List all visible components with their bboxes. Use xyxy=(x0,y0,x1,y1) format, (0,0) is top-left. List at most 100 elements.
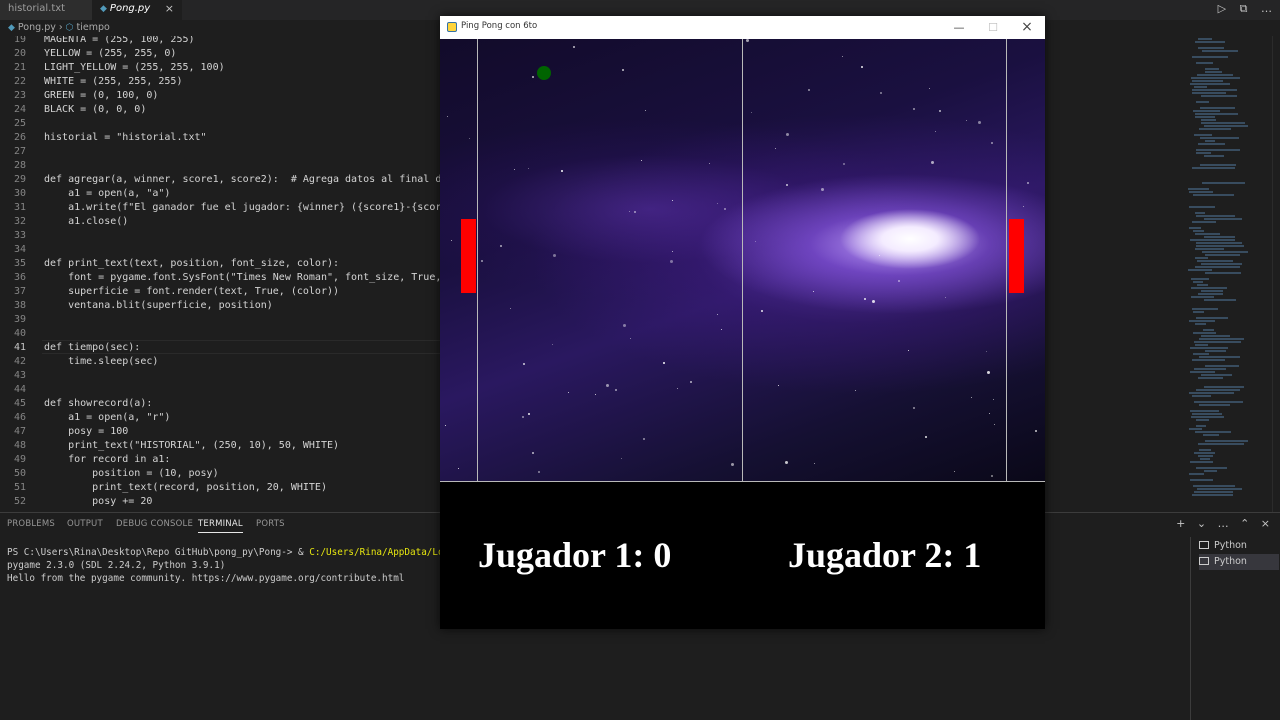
code-line[interactable]: 36 font = pygame.font.SysFont("Times New… xyxy=(0,271,440,285)
breadcrumb-symbol[interactable]: tiempo xyxy=(77,22,110,33)
editor-scrollbar[interactable] xyxy=(1272,36,1280,512)
minimap[interactable] xyxy=(1180,36,1272,512)
maximize-panel-icon[interactable]: ⌃ xyxy=(1240,517,1249,530)
code-line[interactable]: 27 xyxy=(0,145,440,159)
function-symbol-icon: ⬡ xyxy=(65,23,74,33)
minimap-line xyxy=(1190,461,1213,463)
terminal-icon xyxy=(1199,541,1209,549)
code-line[interactable]: 23 GREEN = (0, 100, 0) xyxy=(0,89,440,103)
code-line[interactable]: 28 xyxy=(0,159,440,173)
minimap-line xyxy=(1188,269,1212,271)
code-line[interactable]: 52 posy += 20 xyxy=(0,495,440,509)
close-tab-icon[interactable]: × xyxy=(165,0,174,18)
more-actions-icon[interactable]: … xyxy=(1218,517,1229,530)
minimap-line xyxy=(1204,218,1242,220)
code-line[interactable]: 40 xyxy=(0,327,440,341)
code-line[interactable]: 49 for record in a1: xyxy=(0,453,440,467)
pygame-window[interactable]: Ping Pong con 6to — ☐ × Jugador 1: 0 Jug… xyxy=(440,16,1045,629)
code-line[interactable]: 26 historial = "historial.txt" xyxy=(0,131,440,145)
run-icon[interactable]: ▷ xyxy=(1218,2,1226,15)
right-paddle xyxy=(1009,219,1024,293)
minimap-line xyxy=(1192,56,1228,58)
tab-historial[interactable]: historial.txt xyxy=(0,0,92,20)
minimap-line xyxy=(1194,491,1233,493)
code-line[interactable]: 32 a1.close() xyxy=(0,215,440,229)
star xyxy=(528,413,530,415)
star xyxy=(514,169,515,170)
minimap-line xyxy=(1198,38,1212,40)
split-editor-icon[interactable]: ⧉ xyxy=(1240,2,1248,16)
minimap-line xyxy=(1201,95,1237,97)
star xyxy=(761,310,763,312)
minimap-line xyxy=(1193,194,1234,196)
code-line[interactable]: 30 a1 = open(a, "a") xyxy=(0,187,440,201)
star xyxy=(775,148,776,149)
code-line[interactable]: 37 superficie = font.render(text, True, … xyxy=(0,285,440,299)
code-line[interactable]: 46 a1 = open(a, "r") xyxy=(0,411,440,425)
code-line[interactable]: 42 time.sleep(sec) xyxy=(0,355,440,369)
tab-ports[interactable]: PORTS xyxy=(256,519,285,529)
new-terminal-icon[interactable]: + xyxy=(1176,517,1185,530)
code-line[interactable]: 50 position = (10, posy) xyxy=(0,467,440,481)
line-number: 19 xyxy=(13,36,26,45)
code-line[interactable]: 51 print_text(record, position, 20, WHIT… xyxy=(0,481,440,495)
star xyxy=(670,260,673,263)
code-line[interactable]: 29 def agregar(a, winner, score1, score2)… xyxy=(0,173,440,187)
minimap-line xyxy=(1192,80,1223,82)
star xyxy=(553,254,556,257)
minimap-line xyxy=(1193,332,1216,334)
terminal-instance[interactable]: Python xyxy=(1199,538,1279,554)
code-line[interactable]: 34 xyxy=(0,243,440,257)
code-line[interactable]: 38 ventana.blit(superficie, position) xyxy=(0,299,440,313)
line-number: 43 xyxy=(13,370,26,381)
chevron-down-icon[interactable]: ⌄ xyxy=(1197,517,1206,530)
code-line[interactable]: 43 xyxy=(0,369,440,383)
minimize-button[interactable]: — xyxy=(944,19,974,36)
code-line[interactable]: 19 MAGENTA = (255, 100, 255) xyxy=(0,36,440,47)
code-line[interactable]: 35 def print_text(text, position, font_si… xyxy=(0,257,440,271)
tab-terminal[interactable]: TERMINAL xyxy=(198,519,243,533)
close-window-button[interactable]: × xyxy=(1012,19,1042,36)
close-panel-icon[interactable]: × xyxy=(1261,517,1270,530)
code-line[interactable]: 33 xyxy=(0,229,440,243)
minimap-line xyxy=(1189,392,1234,394)
minimap-line xyxy=(1196,317,1228,319)
code-line[interactable]: 22 WHITE = (255, 255, 255) xyxy=(0,75,440,89)
code-line[interactable]: 21 LIGHT_YELLOW = (255, 255, 100) xyxy=(0,61,440,75)
minimap-line xyxy=(1197,488,1242,490)
star xyxy=(913,407,915,409)
star xyxy=(724,208,726,210)
code-line[interactable]: 39 xyxy=(0,313,440,327)
line-number: 22 xyxy=(13,76,26,87)
code-text: def showrecord(a): xyxy=(44,398,153,409)
minimap-line xyxy=(1189,191,1213,193)
star xyxy=(842,56,843,57)
breadcrumb-file[interactable]: Pong.py xyxy=(18,22,56,33)
code-line[interactable]: 25 xyxy=(0,117,440,131)
star xyxy=(971,397,972,398)
star xyxy=(925,436,927,438)
star xyxy=(986,351,987,352)
more-actions-icon[interactable]: … xyxy=(1261,2,1272,15)
code-line[interactable]: 45 def showrecord(a): xyxy=(0,397,440,411)
code-line[interactable]: 41 def tiempo(sec): xyxy=(0,341,440,355)
tab-debug-console[interactable]: DEBUG CONSOLE xyxy=(116,519,193,529)
star xyxy=(595,394,596,395)
game-title-bar[interactable]: Ping Pong con 6to — ☐ × xyxy=(440,16,1045,39)
tab-problems[interactable]: PROBLEMS xyxy=(7,519,55,529)
code-line[interactable]: 24 BLACK = (0, 0, 0) xyxy=(0,103,440,117)
code-line[interactable]: 20 YELLOW = (255, 255, 0) xyxy=(0,47,440,61)
maximize-button[interactable]: ☐ xyxy=(978,19,1008,36)
terminal-instance[interactable]: Python xyxy=(1199,554,1279,570)
tab-pong[interactable]: ◆ Pong.py × xyxy=(92,0,182,20)
code-line[interactable]: 47 posy = 100 xyxy=(0,425,440,439)
tab-output[interactable]: OUTPUT xyxy=(67,519,103,529)
code-line[interactable]: 44 xyxy=(0,383,440,397)
minimap-line xyxy=(1193,110,1220,112)
code-line[interactable]: 48 print_text("HISTORIAL", (250, 10), 50… xyxy=(0,439,440,453)
star xyxy=(538,471,540,473)
code-text: posy += 20 xyxy=(44,496,153,507)
code-line[interactable]: 31 a1.write(f"El ganador fue el jugador:… xyxy=(0,201,440,215)
code-editor[interactable]: 19 MAGENTA = (255, 100, 255) 20 YELLOW = (2… xyxy=(0,36,440,512)
star xyxy=(561,170,563,172)
